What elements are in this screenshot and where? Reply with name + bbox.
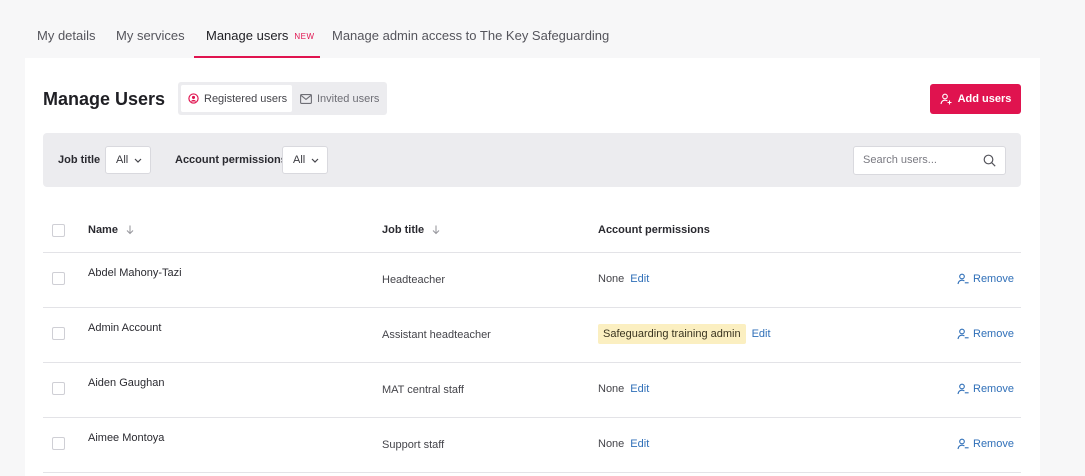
table-body: Abdel Mahony-Tazi Headteacher None Edit Remo… — [43, 253, 1021, 473]
top-tabs: My details My services Manage users NEW M… — [25, 0, 1040, 58]
user-permissions: None Edit — [598, 434, 649, 454]
user-permissions: None Edit — [598, 269, 649, 289]
user-job-title: MAT central staff — [382, 384, 464, 396]
edit-permissions-link[interactable]: Edit — [630, 273, 649, 285]
table-row: Abdel Mahony-Tazi Headteacher None Edit Remo… — [43, 253, 1021, 308]
chevron-down-icon — [311, 158, 319, 163]
registered-users-toggle[interactable]: Registered users — [181, 85, 292, 112]
search-icon[interactable] — [983, 154, 996, 167]
table-row: Aiden Gaughan MAT central staff None Edit Re… — [43, 363, 1021, 418]
invited-users-toggle[interactable]: Invited users — [293, 85, 386, 112]
remove-user-button[interactable]: Remove — [957, 438, 1014, 450]
job-title-select[interactable]: All — [105, 146, 151, 174]
remove-user-button[interactable]: Remove — [957, 383, 1014, 395]
manage-users-panel: Manage Users Registered users Invited us… — [25, 58, 1040, 476]
user-name: Abdel Mahony-Tazi — [88, 267, 182, 279]
tab-manage-users[interactable]: Manage users NEW — [206, 28, 315, 43]
permission-value: None — [598, 383, 625, 395]
filter-bar: Job title All Account permissions All — [43, 133, 1021, 187]
edit-permissions-link[interactable]: Edit — [752, 328, 771, 340]
page-title: Manage Users — [43, 89, 166, 109]
remove-user-icon — [957, 438, 969, 450]
job-title-filter-label: Job title — [58, 154, 101, 166]
job-title-column-header[interactable]: Job title — [382, 224, 440, 236]
remove-user-icon — [957, 328, 969, 340]
row-checkbox[interactable] — [52, 272, 65, 285]
invited-users-label: Invited users — [317, 92, 380, 105]
user-job-title: Headteacher — [382, 274, 445, 286]
account-permissions-filter-label: Account permissions — [175, 154, 287, 166]
account-permissions-column-header: Account permissions — [598, 224, 710, 236]
user-job-title: Support staff — [382, 439, 445, 451]
tab-my-details[interactable]: My details — [37, 28, 96, 43]
registered-users-label: Registered users — [204, 92, 288, 105]
edit-permissions-link[interactable]: Edit — [630, 438, 649, 450]
remove-label: Remove — [973, 383, 1014, 395]
name-column-header[interactable]: Name — [88, 224, 134, 236]
chevron-down-icon — [134, 158, 142, 163]
remove-user-button[interactable]: Remove — [957, 328, 1014, 340]
remove-label: Remove — [973, 273, 1014, 285]
permission-value: None — [598, 273, 625, 285]
tab-manage-users-label: Manage users — [206, 28, 289, 43]
table-row: Aimee Montoya Support staff None Edit Remove — [43, 418, 1021, 473]
remove-label: Remove — [973, 328, 1014, 340]
remove-label: Remove — [973, 438, 1014, 450]
user-job-title: Assistant headteacher — [382, 329, 491, 341]
user-circle-icon — [188, 93, 199, 104]
table-header: Name Job title Account permissions — [43, 212, 1021, 253]
row-checkbox[interactable] — [52, 437, 65, 450]
user-name: Aimee Montoya — [88, 432, 165, 444]
tab-my-services[interactable]: My services — [116, 28, 185, 43]
new-badge: NEW — [294, 32, 315, 41]
select-all-checkbox[interactable] — [52, 224, 65, 237]
add-users-button[interactable]: Add users — [930, 84, 1021, 114]
edit-permissions-link[interactable]: Edit — [630, 383, 649, 395]
name-column-label: Name — [88, 224, 118, 236]
permission-value: None — [598, 438, 625, 450]
tab-manage-admin-access[interactable]: Manage admin access to The Key Safeguard… — [332, 28, 609, 43]
user-type-toggle: Registered users Invited users — [178, 82, 387, 115]
permission-badge: Safeguarding training admin — [598, 324, 746, 344]
remove-user-button[interactable]: Remove — [957, 273, 1014, 285]
row-checkbox[interactable] — [52, 382, 65, 395]
job-title-select-value: All — [116, 154, 129, 166]
user-name: Admin Account — [88, 322, 162, 334]
remove-user-icon — [957, 383, 969, 395]
account-permissions-select-value: All — [293, 154, 306, 166]
envelope-icon — [300, 93, 312, 104]
account-permissions-select[interactable]: All — [282, 146, 328, 174]
sort-arrow-down-icon — [432, 225, 440, 235]
user-name: Aiden Gaughan — [88, 377, 165, 389]
search-input[interactable] — [863, 154, 978, 166]
remove-user-icon — [957, 273, 969, 285]
add-users-label: Add users — [957, 93, 1012, 105]
user-permissions: None Edit — [598, 379, 649, 399]
sort-arrow-down-icon — [126, 225, 134, 235]
job-title-column-label: Job title — [382, 224, 425, 236]
search-box — [853, 146, 1006, 175]
users-table: Name Job title Account permissions Abdel… — [43, 212, 1021, 473]
user-permissions: Safeguarding training admin Edit — [598, 324, 771, 344]
table-row: Admin Account Assistant headteacher Safegu… — [43, 308, 1021, 363]
add-user-icon — [940, 93, 952, 105]
row-checkbox[interactable] — [52, 327, 65, 340]
